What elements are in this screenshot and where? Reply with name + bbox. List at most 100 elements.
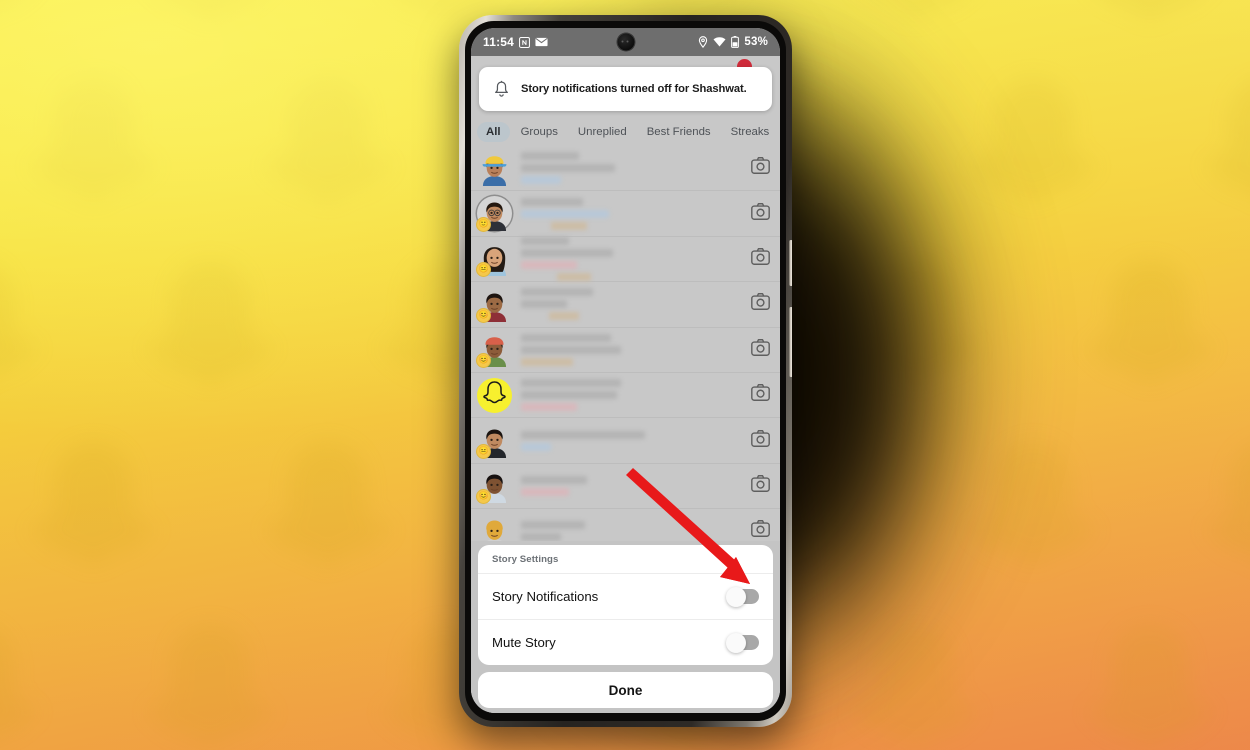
redacted-bar — [521, 209, 609, 218]
chat-item-redacted-text — [521, 236, 743, 281]
power-button[interactable] — [789, 240, 792, 286]
status-bar-left: 11:54 — [483, 35, 548, 49]
chat-item-redacted-text — [521, 152, 743, 185]
snapchat-ghost-icon — [135, 0, 285, 58]
chat-list-item[interactable]: 😐 — [471, 418, 780, 464]
mail-icon — [535, 37, 548, 47]
camera-icon[interactable] — [751, 293, 770, 315]
chat-item-redacted-text — [521, 430, 743, 451]
snapchat-ghost-icon — [135, 618, 285, 750]
snapchat-ghost-icon — [1193, 436, 1250, 604]
mute-story-row[interactable]: Mute Story — [478, 620, 773, 665]
wifi-icon — [713, 37, 726, 47]
story-settings-card: Story Settings Story Notifications Mute … — [478, 545, 773, 665]
tab-streaks[interactable]: Streaks — [722, 122, 779, 142]
status-bar: 11:54 53% — [471, 28, 780, 56]
redacted-bar — [521, 288, 593, 297]
snapchat-ghost-icon — [958, 72, 1108, 240]
redacted-bar — [551, 221, 587, 230]
status-bar-right: 53% — [698, 36, 768, 48]
redacted-bar — [521, 391, 617, 400]
camera-icon[interactable] — [751, 248, 770, 270]
chat-item-redacted-text — [521, 475, 743, 496]
redacted-bar — [549, 312, 579, 321]
tab-groups[interactable]: Groups — [512, 122, 567, 142]
snapchat-ghost-icon — [0, 0, 50, 58]
snapchat-ghost-icon — [477, 377, 512, 413]
mute-story-label: Mute Story — [492, 635, 556, 650]
snapchat-ghost-icon — [18, 72, 168, 240]
camera-icon — [751, 248, 770, 265]
location-icon — [698, 36, 708, 48]
camera-icon[interactable] — [751, 474, 770, 497]
avatar[interactable]: 🙂 — [476, 196, 512, 233]
tab-all[interactable]: All — [477, 122, 510, 142]
redacted-bar — [521, 333, 611, 342]
snapchat-ghost-icon — [0, 618, 50, 750]
snapchat-ghost-icon — [253, 436, 403, 604]
camera-icon[interactable] — [751, 157, 770, 179]
camera-icon — [751, 520, 770, 538]
chat-list-item[interactable]: 😊 — [471, 282, 780, 328]
camera-icon[interactable] — [751, 202, 770, 225]
friend-emoji-badge: 😊 — [476, 307, 491, 323]
camera-icon — [751, 293, 770, 311]
bottom-sheet: Story Settings Story Notifications Mute … — [471, 541, 780, 713]
redacted-bar — [521, 236, 569, 245]
phone-device: 11:54 53% Story notifications turned off… — [459, 15, 792, 727]
camera-icon — [751, 202, 770, 220]
phone-screen: 11:54 53% Story notifications turned off… — [471, 28, 780, 713]
chat-list-item[interactable]: 😐 — [471, 236, 780, 283]
toggle-knob — [726, 632, 746, 653]
done-button[interactable]: Done — [478, 672, 773, 708]
chat-item-redacted-text — [521, 379, 743, 412]
avatar[interactable] — [477, 151, 512, 186]
chat-list-item[interactable] — [471, 146, 780, 192]
snapchat-ghost-icon — [135, 254, 285, 422]
avatar[interactable]: 😊 — [476, 332, 512, 369]
avatar[interactable]: 😐 — [476, 423, 512, 460]
camera-icon — [751, 429, 770, 447]
avatar[interactable]: 😊 — [476, 468, 512, 505]
mute-story-toggle[interactable] — [726, 632, 759, 653]
story-notifications-row[interactable]: Story Notifications — [478, 574, 773, 620]
redacted-bar — [521, 442, 551, 451]
redacted-bar — [521, 521, 585, 530]
friend-emoji-badge: 🙂 — [476, 217, 491, 233]
screenshot-stage: 11:54 53% Story notifications turned off… — [0, 0, 1250, 750]
camera-icon[interactable] — [751, 338, 770, 361]
redacted-bar — [521, 152, 579, 161]
volume-button[interactable] — [789, 307, 792, 377]
redacted-bar — [521, 248, 613, 257]
camera-icon[interactable] — [751, 429, 770, 452]
story-notifications-toggle[interactable] — [726, 586, 759, 607]
snapchat-ghost-icon — [840, 618, 990, 750]
tab-unreplied[interactable]: Unreplied — [569, 122, 636, 142]
redacted-bar — [521, 430, 645, 439]
redacted-bar — [521, 487, 569, 496]
tab-best-friends[interactable]: Best Friends — [638, 122, 720, 142]
chat-list-item[interactable]: 😊 — [471, 464, 780, 510]
redacted-bar — [521, 260, 577, 269]
snapchat-ghost-icon — [1075, 254, 1225, 422]
camera-icon — [751, 338, 770, 356]
chat-list-item[interactable]: 🙂 — [471, 191, 780, 237]
camera-icon[interactable] — [751, 384, 770, 406]
camera-icon[interactable] — [751, 520, 770, 542]
camera-icon — [751, 474, 770, 492]
redacted-bar — [521, 300, 567, 309]
redacted-bar — [521, 475, 587, 484]
camera-icon — [751, 384, 770, 402]
toast-message: Story notifications turned off for Shash… — [521, 83, 747, 95]
avatar[interactable]: 😊 — [476, 287, 512, 323]
avatar[interactable] — [477, 377, 512, 413]
notion-icon — [519, 36, 530, 48]
avatar[interactable]: 😐 — [476, 241, 512, 278]
friend-emoji-badge: 😐 — [476, 444, 491, 460]
snapchat-ghost-icon — [18, 436, 168, 604]
status-bar-time: 11:54 — [483, 35, 515, 49]
chat-list-item[interactable]: 😊 — [471, 328, 780, 373]
snapchat-ghost-icon — [1075, 618, 1225, 750]
snapchat-app: Story notifications turned off for Shash… — [471, 56, 780, 713]
chat-list-item[interactable] — [471, 373, 780, 419]
